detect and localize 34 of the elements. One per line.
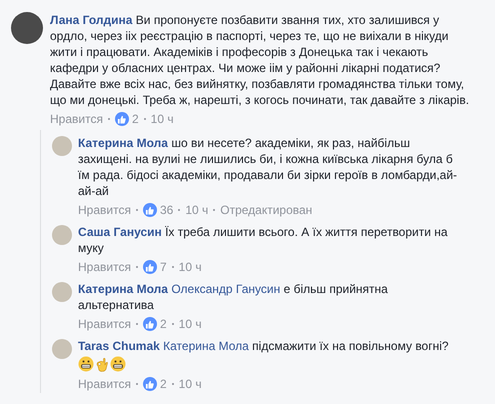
comment-time[interactable]: 10 ч [185, 201, 208, 219]
comment-text: Саша Ганусин Їх треба лишити всього. А їх життя перетворити на муку [78, 224, 449, 256]
mention-link[interactable]: Олександр Ганусин [171, 282, 280, 296]
like-reaction-icon [114, 112, 129, 126]
like-reaction-icon [142, 377, 157, 391]
like-link[interactable]: Нравится [78, 258, 131, 276]
edited-label[interactable]: Отредактирован [220, 201, 312, 219]
author-link[interactable]: Катерина Мола [78, 282, 168, 296]
like-link[interactable]: Нравится [78, 201, 131, 219]
like-count: 2 [160, 316, 167, 333]
comment-time[interactable]: 10 ч [178, 375, 202, 393]
like-reaction-icon [142, 260, 157, 274]
like-count: 7 [160, 259, 167, 276]
like-count: 2 [160, 376, 167, 393]
comment-text: Taras Chumak Катерина Мола підсмажити їх на повільному вогні? [78, 338, 450, 354]
like-link[interactable]: Нравится [78, 375, 131, 393]
author-link[interactable]: Taras Chumak [78, 339, 160, 353]
like-reaction-icon [142, 203, 157, 217]
author-link[interactable]: Саша Ганусин [78, 225, 162, 239]
comment-text: Катерина Мола шо ви несете? академіки, як раз, найбільш захищені. на вулиі не лишились би, і кожна київська лікарня була б їм рада. бідосі академіки, продавали би зірки героїв в ломбарди,ай-ай-ай [78, 135, 458, 199]
comment-time[interactable]: 10 ч [150, 110, 174, 128]
author-link[interactable]: Катерина Мола [78, 136, 168, 150]
avatar[interactable] [11, 12, 43, 44]
like-link[interactable]: Нравится [78, 315, 131, 333]
comment-text: Катерина Мола Олександр Ганусин е більш прийнятна альтернатива [78, 281, 389, 313]
comment-text: Лана Голдина Ви пропонуєте позбавити звання тих, хто залишився у ордло, через ііх реєстрацію в паспорті, через те, що не виіхали в нікуди жити і працювати. Академіків і професорів з Донецька так і чекають кафедри у обласних центрах. Чи може іім у районні лікарні податися? Давайте вже всіх нас, без вийнятку, позбавляти громадянства тільки тому, що ми донецькі. Треба ж, нарешті, з когось починати, так давайте з лікарів. [50, 12, 470, 108]
comment-time[interactable]: 10 ч [178, 258, 202, 276]
author-link[interactable]: Лана Голдина [50, 13, 132, 27]
like-link[interactable]: Нравится [50, 110, 103, 128]
like-count: 2 [132, 111, 139, 128]
mention-link[interactable]: Катерина Мола [163, 339, 249, 353]
like-reaction-icon [142, 317, 157, 331]
like-count: 36 [160, 202, 174, 219]
comment-time[interactable]: 10 ч [178, 315, 202, 333]
